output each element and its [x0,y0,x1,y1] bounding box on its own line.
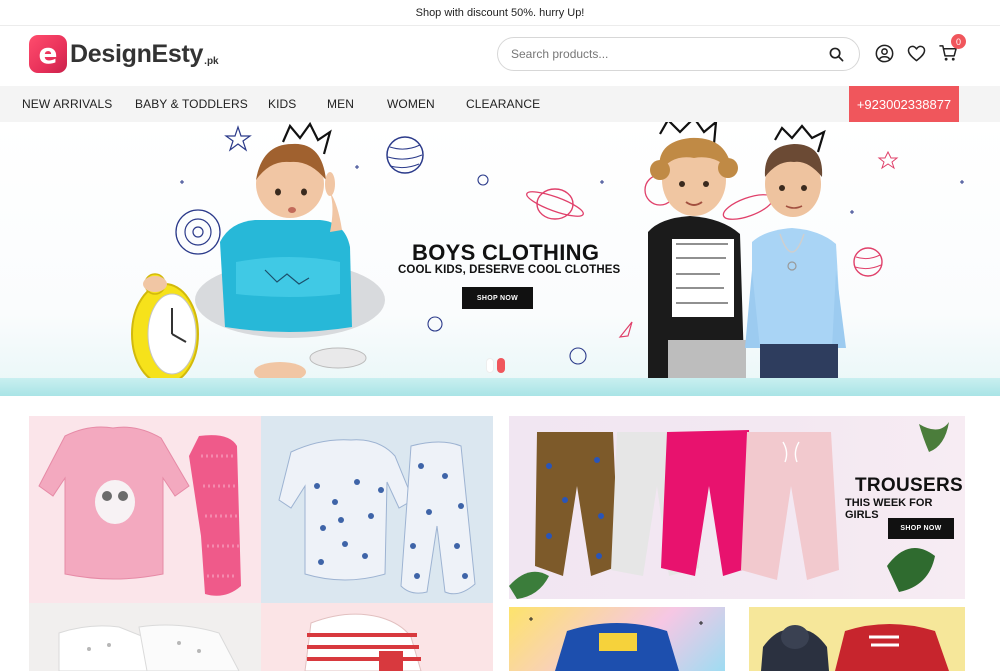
slider-dot-1[interactable] [486,358,494,373]
promo-trousers-shop-now-button[interactable]: SHOP NOW [888,518,954,539]
hero-title: BOYS CLOTHING [412,240,600,265]
product-tile-batman-tees[interactable] [749,607,965,671]
product-tile-floral-set[interactable] [261,416,493,603]
site-logo[interactable]: e DesignEsty .pk [29,35,219,73]
white-bodysuit-image [58,624,240,671]
nav-item-men[interactable]: MEN [327,86,354,122]
logo-suffix: .pk [204,56,219,67]
cart-count-badge: 0 [951,34,966,49]
search-input[interactable] [511,47,827,61]
product-tile-blue-sweatshirt[interactable] [509,607,725,671]
nav-item-baby-toddlers[interactable]: BABY & TODDLERS [135,86,248,122]
blue-sweatshirt-image [529,617,703,671]
search-icon [829,47,843,61]
announcement-text: Shop with discount 50%. hurry Up! [415,6,585,19]
wishlist-button[interactable] [905,42,927,64]
hero-shop-now-button[interactable]: SHOP NOW [462,287,533,309]
logo-mark: e [29,35,67,73]
product-tile-pink-owl-set[interactable] [29,416,261,603]
hero-subtitle: COOL KIDS, DESERVE COOL CLOTHES [398,264,621,276]
slider-dots [486,358,505,373]
striped-shirt-image [304,613,422,671]
heart-icon [907,45,925,61]
promo-banner-trousers[interactable]: TROUSERS THIS WEEK FOR GIRLS SHOP NOW [509,416,965,599]
hero-floor [0,378,1000,396]
batman-tee-image [761,624,949,671]
floral-pajama-image [278,439,476,595]
nav-item-kids[interactable]: KIDS [268,86,296,122]
phone-button[interactable]: +923002338877 [849,86,959,122]
search-button[interactable] [827,45,845,63]
slider-dot-2[interactable] [497,358,505,373]
user-icon [875,44,893,62]
nav-item-women[interactable]: WOMEN [387,86,435,122]
account-button[interactable] [873,42,895,64]
nav-item-clearance[interactable]: CLEARANCE [466,86,540,122]
logo-text: DesignEsty [70,39,204,68]
main-nav: NEW ARRIVALS BABY & TODDLERS KIDS MEN WO… [0,86,1000,122]
header-actions: 0 [873,34,966,64]
product-tile-striped-set[interactable] [261,603,493,671]
search-box [497,37,860,71]
cart-button[interactable]: 0 [937,34,966,64]
hero-slider: BOYS CLOTHING COOL KIDS, DESERVE COOL CL… [0,122,1000,396]
site-header: e DesignEsty .pk Search products... 0 [0,26,1000,86]
product-tile-white-bodysuits[interactable] [29,603,261,671]
nav-item-new-arrivals[interactable]: NEW ARRIVALS [22,86,112,122]
pink-pajama-image [38,426,241,596]
promo-trousers-title: TROUSERS [855,475,963,496]
announcement-bar: Shop with discount 50%. hurry Up! [0,0,1000,26]
